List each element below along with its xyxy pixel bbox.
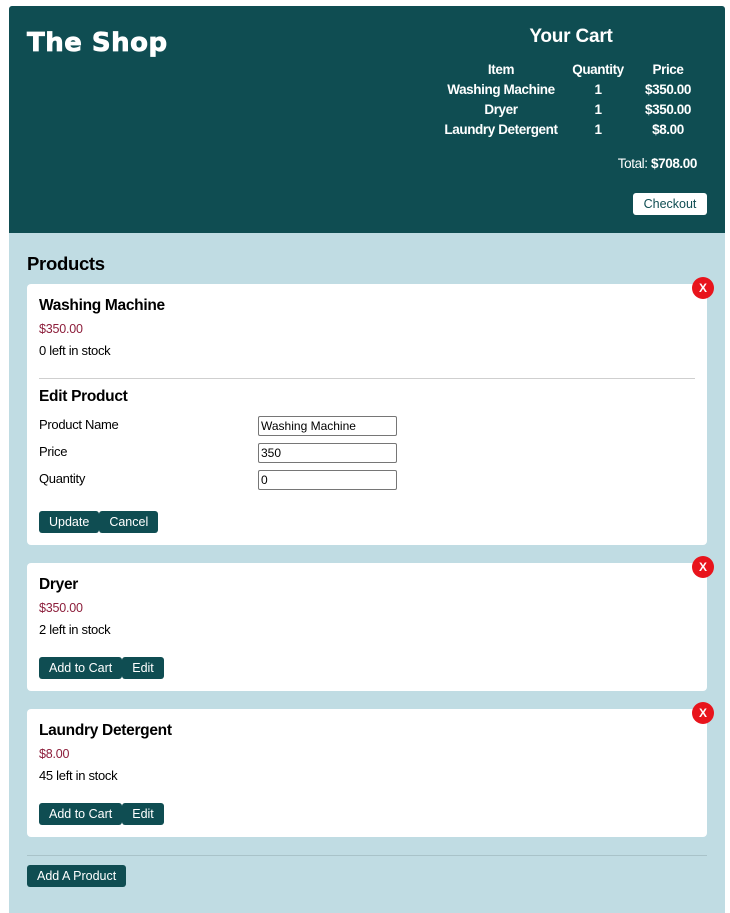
cart-total: Total: $708.00	[617, 156, 698, 171]
edit-product-title: Edit Product	[39, 388, 128, 405]
product-stock: 45 left in stock	[39, 768, 118, 783]
cart-total-value: $708.00	[651, 156, 697, 171]
product-stock: 0 left in stock	[39, 343, 111, 358]
quantity-label: Quantity	[39, 471, 86, 486]
add-to-cart-button[interactable]: Add to Cart	[39, 803, 123, 825]
update-button[interactable]: Update	[39, 511, 100, 533]
cart-row: Dryer 1 $350.00	[439, 99, 703, 119]
cancel-button[interactable]: Cancel	[99, 511, 159, 533]
cart-row-quantity: 1	[594, 101, 602, 117]
cart-total-label: Total:	[617, 156, 648, 171]
product-card-washing-machine: X Washing Machine $350.00 0 left in stoc…	[27, 277, 714, 545]
product-price: $350.00	[39, 601, 83, 615]
product-price: $350.00	[39, 322, 83, 336]
cart-title: Your Cart	[529, 26, 613, 47]
cart-row-item: Washing Machine	[447, 81, 555, 97]
edit-actions: Update Cancel	[39, 511, 159, 533]
cart-col-quantity: Quantity	[572, 61, 624, 77]
product-stock: 2 left in stock	[39, 622, 111, 637]
add-to-cart-button[interactable]: Add to Cart	[39, 657, 123, 679]
cart-row-quantity: 1	[594, 81, 602, 97]
price-label: Price	[39, 444, 68, 459]
product-name-input[interactable]	[258, 416, 397, 436]
edit-divider	[39, 378, 695, 379]
quantity-input[interactable]	[258, 470, 397, 490]
product-name-label: Product Name	[39, 417, 119, 432]
product-name: Washing Machine	[39, 297, 165, 314]
cart-header-row: Item Quantity Price	[439, 59, 703, 79]
cart-row-item: Laundry Detergent	[444, 121, 558, 137]
product-card-laundry-detergent: X Laundry Detergent $8.00 45 left in sto…	[27, 702, 714, 837]
product-price: $8.00	[39, 747, 70, 761]
cart-col-item: Item	[487, 61, 515, 77]
cart-row-item: Dryer	[484, 101, 518, 117]
cart-row-price: $350.00	[645, 101, 691, 117]
shop-header: The Shop Your Cart Item Quantity Price W…	[9, 6, 725, 233]
delete-product-button[interactable]: X	[692, 277, 714, 299]
cart-row: Laundry Detergent 1 $8.00	[439, 119, 703, 139]
delete-product-button[interactable]: X	[692, 556, 714, 578]
cart-col-price: Price	[652, 61, 684, 77]
product-name: Dryer	[39, 576, 78, 593]
delete-product-button[interactable]: X	[692, 702, 714, 724]
cart-table: Item Quantity Price Washing Machine 1 $3…	[439, 59, 703, 139]
product-card-dryer: X Dryer $350.00 2 left in stock Add to C…	[27, 556, 714, 691]
edit-button[interactable]: Edit	[122, 803, 164, 825]
products-divider	[27, 855, 707, 856]
app-root: The Shop Your Cart Item Quantity Price W…	[9, 6, 725, 913]
add-product-button[interactable]: Add A Product	[27, 865, 127, 887]
checkout-button[interactable]: Checkout	[633, 193, 707, 215]
cart-row-price: $8.00	[652, 121, 684, 137]
cart-row-quantity: 1	[594, 121, 602, 137]
product-actions: Add to Cart Edit	[39, 803, 164, 825]
edit-button[interactable]: Edit	[122, 657, 164, 679]
cart-row: Washing Machine 1 $350.00	[439, 79, 703, 99]
price-input[interactable]	[258, 443, 397, 463]
cart-row-price: $350.00	[645, 81, 691, 97]
product-name: Laundry Detergent	[39, 722, 172, 739]
products-heading: Products	[27, 253, 105, 274]
shop-logo: The Shop	[27, 28, 168, 59]
product-actions: Add to Cart Edit	[39, 657, 164, 679]
